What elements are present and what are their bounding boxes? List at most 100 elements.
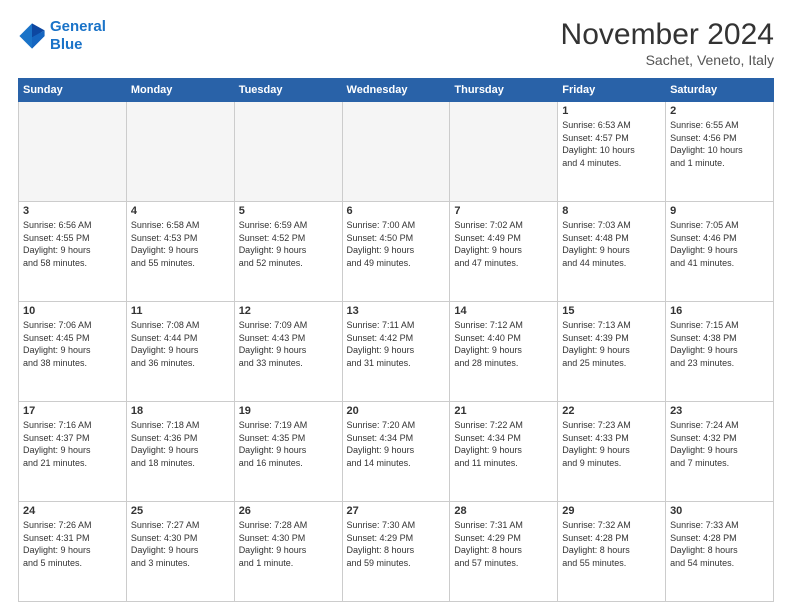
header-monday: Monday — [126, 79, 234, 102]
calendar-cell — [19, 102, 127, 202]
day-info: Sunrise: 7:31 AM Sunset: 4:29 PM Dayligh… — [454, 519, 553, 569]
calendar-cell: 27Sunrise: 7:30 AM Sunset: 4:29 PM Dayli… — [342, 502, 450, 602]
day-info: Sunrise: 7:03 AM Sunset: 4:48 PM Dayligh… — [562, 219, 661, 269]
day-info: Sunrise: 7:15 AM Sunset: 4:38 PM Dayligh… — [670, 319, 769, 369]
week-row-4: 24 Sunrise: 7:26 AM Sunset: 4:31 PM Dayli… — [19, 502, 774, 602]
day-info: Sunrise: 7:19 AM Sunset: 4:35 PM Dayligh… — [239, 419, 338, 469]
day-info: Sunrise: 7:06 AM Sunset: 4:45 PM Dayligh… — [23, 319, 122, 369]
day-number: 2 — [670, 105, 769, 117]
day-number: 23 — [670, 405, 769, 417]
day-info: Sunrise: 7:05 AM Sunset: 4:46 PM Dayligh… — [670, 219, 769, 269]
calendar-cell: 7Sunrise: 7:02 AM Sunset: 4:49 PM Daylig… — [450, 202, 558, 302]
logo-line1: General — [50, 18, 106, 35]
calendar-cell: 26 Sunrise: 7:28 AM Sunset: 4:30 PM Dayli… — [234, 502, 342, 602]
calendar: Sunday Monday Tuesday Wednesday Thursday… — [18, 78, 774, 602]
logo: General Blue — [18, 18, 106, 54]
day-info: Sunrise: 7:24 AM Sunset: 4:32 PM Dayligh… — [670, 419, 769, 469]
day-number: 30 — [670, 505, 769, 517]
calendar-cell: 4 Sunrise: 6:58 AM Sunset: 4:53 PM Daylig… — [126, 202, 234, 302]
week-row-3: 17 Sunrise: 7:16 AM Sunset: 4:37 PM Dayli… — [19, 402, 774, 502]
day-number: 3 — [23, 205, 122, 217]
calendar-cell: 8 Sunrise: 7:03 AM Sunset: 4:48 PM Daylig… — [558, 202, 666, 302]
day-number: 11 — [131, 305, 230, 317]
day-info: Sunrise: 7:27 AM Sunset: 4:30 PM Dayligh… — [131, 519, 230, 569]
logo-line2: Blue — [50, 36, 83, 53]
week-row-0: 1 Sunrise: 6:53 AM Sunset: 4:57 PM Daylig… — [19, 102, 774, 202]
calendar-cell: 5Sunrise: 6:59 AM Sunset: 4:52 PM Daylig… — [234, 202, 342, 302]
calendar-cell: 15 Sunrise: 7:13 AM Sunset: 4:39 PM Dayli… — [558, 302, 666, 402]
calendar-cell: 13 Sunrise: 7:11 AM Sunset: 4:42 PM Dayli… — [342, 302, 450, 402]
calendar-cell: 23 Sunrise: 7:24 AM Sunset: 4:32 PM Dayli… — [666, 402, 774, 502]
logo-icon — [18, 22, 46, 50]
calendar-cell: 21 Sunrise: 7:22 AM Sunset: 4:34 PM Dayli… — [450, 402, 558, 502]
calendar-cell: 10 Sunrise: 7:06 AM Sunset: 4:45 PM Dayli… — [19, 302, 127, 402]
calendar-cell — [234, 102, 342, 202]
location: Sachet, Veneto, Italy — [561, 52, 774, 68]
calendar-cell: 12 Sunrise: 7:09 AM Sunset: 4:43 PM Dayli… — [234, 302, 342, 402]
calendar-cell — [342, 102, 450, 202]
header: General Blue November 2024 Sachet, Venet… — [18, 18, 774, 68]
day-number: 6 — [347, 205, 446, 217]
day-info: Sunrise: 7:23 AM Sunset: 4:33 PM Dayligh… — [562, 419, 661, 469]
day-number: 4 — [131, 205, 230, 217]
day-number: 5 — [239, 205, 338, 217]
day-info: Sunrise: 7:18 AM Sunset: 4:36 PM Dayligh… — [131, 419, 230, 469]
calendar-cell: 29Sunrise: 7:32 AM Sunset: 4:28 PM Dayli… — [558, 502, 666, 602]
calendar-cell: 24 Sunrise: 7:26 AM Sunset: 4:31 PM Dayli… — [19, 502, 127, 602]
header-tuesday: Tuesday — [234, 79, 342, 102]
day-info: Sunrise: 6:56 AM Sunset: 4:55 PM Dayligh… — [23, 219, 122, 269]
day-number: 18 — [131, 405, 230, 417]
day-info: Sunrise: 7:00 AM Sunset: 4:50 PM Dayligh… — [347, 219, 446, 269]
day-info: Sunrise: 7:12 AM Sunset: 4:40 PM Dayligh… — [454, 319, 553, 369]
title-block: November 2024 Sachet, Veneto, Italy — [561, 18, 774, 68]
header-saturday: Saturday — [666, 79, 774, 102]
day-info: Sunrise: 7:16 AM Sunset: 4:37 PM Dayligh… — [23, 419, 122, 469]
week-row-2: 10 Sunrise: 7:06 AM Sunset: 4:45 PM Dayli… — [19, 302, 774, 402]
day-info: Sunrise: 7:22 AM Sunset: 4:34 PM Dayligh… — [454, 419, 553, 469]
day-info: Sunrise: 7:13 AM Sunset: 4:39 PM Dayligh… — [562, 319, 661, 369]
calendar-cell: 20 Sunrise: 7:20 AM Sunset: 4:34 PM Dayli… — [342, 402, 450, 502]
calendar-cell: 19 Sunrise: 7:19 AM Sunset: 4:35 PM Dayli… — [234, 402, 342, 502]
day-number: 12 — [239, 305, 338, 317]
header-thursday: Thursday — [450, 79, 558, 102]
weekday-header-row: Sunday Monday Tuesday Wednesday Thursday… — [19, 79, 774, 102]
day-number: 1 — [562, 105, 661, 117]
day-number: 7 — [454, 205, 553, 217]
day-info: Sunrise: 6:55 AM Sunset: 4:56 PM Dayligh… — [670, 119, 769, 169]
day-number: 19 — [239, 405, 338, 417]
day-number: 28 — [454, 505, 553, 517]
day-number: 21 — [454, 405, 553, 417]
day-number: 15 — [562, 305, 661, 317]
day-number: 16 — [670, 305, 769, 317]
day-info: Sunrise: 7:33 AM Sunset: 4:28 PM Dayligh… — [670, 519, 769, 569]
day-number: 8 — [562, 205, 661, 217]
calendar-cell: 22 Sunrise: 7:23 AM Sunset: 4:33 PM Dayli… — [558, 402, 666, 502]
day-info: Sunrise: 7:11 AM Sunset: 4:42 PM Dayligh… — [347, 319, 446, 369]
calendar-cell: 1 Sunrise: 6:53 AM Sunset: 4:57 PM Daylig… — [558, 102, 666, 202]
calendar-cell: 18 Sunrise: 7:18 AM Sunset: 4:36 PM Dayli… — [126, 402, 234, 502]
calendar-cell: 3 Sunrise: 6:56 AM Sunset: 4:55 PM Daylig… — [19, 202, 127, 302]
day-info: Sunrise: 6:58 AM Sunset: 4:53 PM Dayligh… — [131, 219, 230, 269]
day-number: 10 — [23, 305, 122, 317]
day-number: 22 — [562, 405, 661, 417]
day-number: 13 — [347, 305, 446, 317]
calendar-cell: 2 Sunrise: 6:55 AM Sunset: 4:56 PM Daylig… — [666, 102, 774, 202]
day-number: 14 — [454, 305, 553, 317]
calendar-cell: 16 Sunrise: 7:15 AM Sunset: 4:38 PM Dayli… — [666, 302, 774, 402]
day-number: 20 — [347, 405, 446, 417]
calendar-cell: 11Sunrise: 7:08 AM Sunset: 4:44 PM Dayli… — [126, 302, 234, 402]
header-wednesday: Wednesday — [342, 79, 450, 102]
day-info: Sunrise: 7:26 AM Sunset: 4:31 PM Dayligh… — [23, 519, 122, 569]
calendar-cell: 9Sunrise: 7:05 AM Sunset: 4:46 PM Daylig… — [666, 202, 774, 302]
day-info: Sunrise: 6:53 AM Sunset: 4:57 PM Dayligh… — [562, 119, 661, 169]
page: General Blue November 2024 Sachet, Venet… — [0, 0, 792, 612]
day-number: 24 — [23, 505, 122, 517]
calendar-cell: 14 Sunrise: 7:12 AM Sunset: 4:40 PM Dayli… — [450, 302, 558, 402]
day-info: Sunrise: 7:09 AM Sunset: 4:43 PM Dayligh… — [239, 319, 338, 369]
day-number: 17 — [23, 405, 122, 417]
day-number: 26 — [239, 505, 338, 517]
day-info: Sunrise: 7:20 AM Sunset: 4:34 PM Dayligh… — [347, 419, 446, 469]
day-info: Sunrise: 7:32 AM Sunset: 4:28 PM Dayligh… — [562, 519, 661, 569]
day-info: Sunrise: 7:28 AM Sunset: 4:30 PM Dayligh… — [239, 519, 338, 569]
header-friday: Friday — [558, 79, 666, 102]
